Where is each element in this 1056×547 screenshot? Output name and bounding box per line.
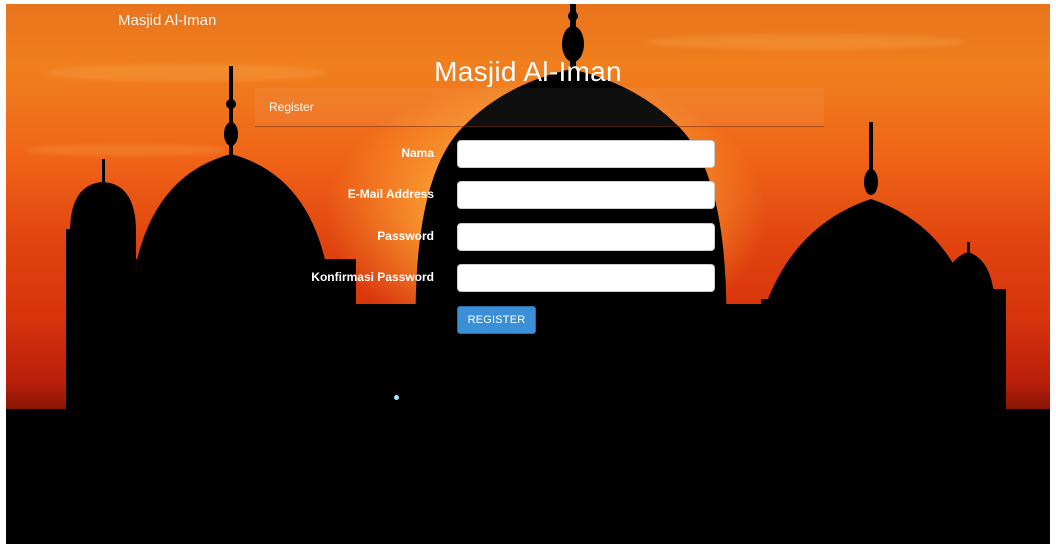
page-title: Masjid Al-Iman <box>434 56 622 87</box>
form-row-password: Password <box>6 223 1050 251</box>
form-row-email: E-Mail Address <box>6 181 1050 209</box>
form-row-name: Nama <box>6 140 1050 168</box>
navbar-brand[interactable]: Masjid Al-Iman <box>118 12 216 29</box>
password-input[interactable] <box>457 223 715 251</box>
register-panel-heading: Register <box>255 88 824 127</box>
email-input[interactable] <box>457 181 715 209</box>
light-dot <box>394 395 399 400</box>
confirm-password-label: Konfirmasi Password <box>311 270 434 284</box>
name-label: Nama <box>401 146 434 160</box>
background-scene: Masjid Al-Iman Masjid Al-Iman Register N… <box>6 4 1050 544</box>
name-input[interactable] <box>457 140 715 168</box>
register-button[interactable]: REGISTER <box>457 306 536 334</box>
password-label: Password <box>377 229 434 243</box>
email-label: E-Mail Address <box>347 187 434 201</box>
panel-title: Register <box>269 100 314 114</box>
confirm-password-input[interactable] <box>457 264 715 292</box>
form-row-confirm-password: Konfirmasi Password <box>6 264 1050 292</box>
